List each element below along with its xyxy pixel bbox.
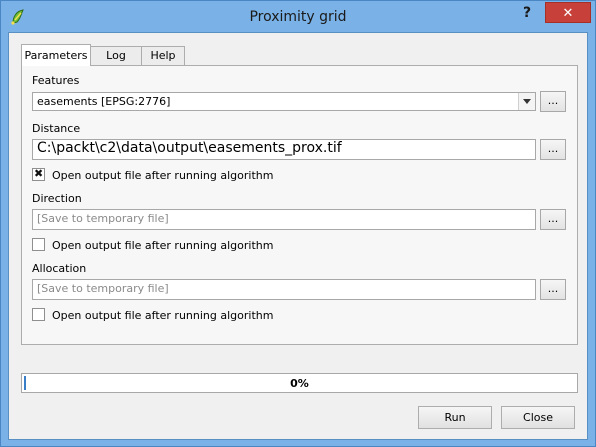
direction-browse-button[interactable]: ... [540, 209, 566, 230]
allocation-open-checkbox[interactable] [32, 308, 45, 321]
direction-label: Direction [32, 192, 82, 205]
allocation-placeholder: [Save to temporary file] [37, 282, 169, 295]
direction-placeholder: [Save to temporary file] [37, 212, 169, 225]
allocation-output-field[interactable]: [Save to temporary file] [32, 279, 536, 300]
window-close-button[interactable]: ✕ [545, 2, 591, 23]
close-button[interactable]: Close [501, 406, 575, 429]
features-browse-button[interactable]: ... [540, 91, 566, 112]
tab-parameters[interactable]: Parameters [21, 44, 91, 66]
progress-label: 0% [290, 377, 309, 390]
distance-label: Distance [32, 122, 81, 135]
direction-open-label: Open output file after running algorithm [52, 239, 274, 252]
distance-output-field[interactable]: C:\packt\c2\data\output\easements_prox.t… [32, 139, 536, 160]
progress-bar: 0% [21, 373, 578, 393]
chevron-down-icon[interactable] [518, 93, 535, 110]
direction-open-checkbox[interactable] [32, 238, 45, 251]
dialog-body: Parameters Log Help Features easements [… [8, 32, 588, 440]
tab-log[interactable]: Log [90, 46, 142, 66]
distance-browse-button[interactable]: ... [540, 139, 566, 160]
run-button[interactable]: Run [418, 406, 492, 429]
window-title: Proximity grid [249, 9, 347, 25]
tab-help[interactable]: Help [141, 46, 185, 66]
allocation-label: Allocation [32, 262, 87, 275]
features-label: Features [32, 74, 80, 87]
parameters-panel: Features easements [EPSG:2776] ... Dista… [21, 65, 578, 345]
features-value: easements [EPSG:2776] [37, 95, 171, 108]
allocation-browse-button[interactable]: ... [540, 279, 566, 300]
dialog-window: Proximity grid ? ✕ Parameters Log Help F… [0, 0, 596, 447]
title-bar[interactable]: Proximity grid ? ✕ [1, 1, 595, 35]
distance-open-checkbox[interactable] [32, 167, 45, 181]
features-combobox[interactable]: easements [EPSG:2776] [32, 92, 536, 111]
distance-open-label: Open output file after running algorithm [52, 169, 274, 182]
direction-output-field[interactable]: [Save to temporary file] [32, 209, 536, 230]
allocation-open-label: Open output file after running algorithm [52, 309, 274, 322]
distance-output-value: C:\packt\c2\data\output\easements_prox.t… [37, 140, 342, 156]
help-button[interactable]: ? [516, 3, 538, 23]
